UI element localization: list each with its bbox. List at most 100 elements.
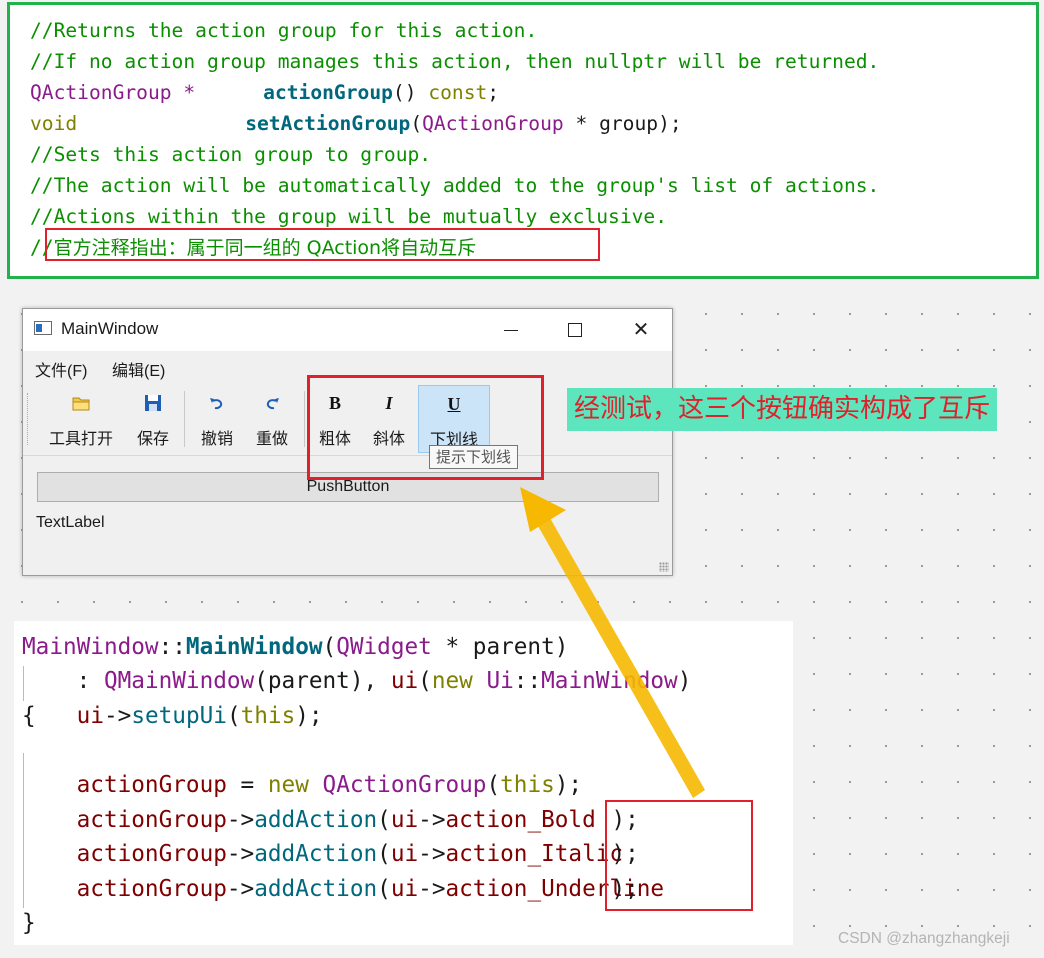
punct-token: ); (554, 772, 583, 798)
member-token: actionGroup (76, 876, 227, 902)
toolbar-label: 工具打开 (48, 431, 113, 448)
toolbar-grip[interactable] (27, 393, 31, 445)
toolbar-label: 保存 (136, 431, 169, 448)
highlight-box (605, 800, 753, 911)
watermark: CSDN @zhangzhangkeji (838, 930, 1010, 947)
brace-token: { (22, 703, 36, 729)
code-line: QActionGroup * actionGroup() const; (30, 79, 499, 107)
menu-file[interactable]: 文件(F) (35, 357, 87, 381)
code-line: : QMainWindow(parent), ui(new Ui::MainWi… (22, 664, 692, 699)
namespace-token: Ui (486, 668, 514, 694)
toolbar-separator (304, 391, 305, 447)
punct-token: ); (295, 703, 323, 729)
type-token: QActionGroup (422, 112, 564, 135)
folder-open-icon (72, 397, 90, 411)
menu-edit[interactable]: 编辑(E) (112, 357, 165, 381)
class-token: MainWindow (541, 668, 678, 694)
code-line: } (22, 906, 36, 941)
save-icon (145, 395, 161, 411)
punct-token: ( (418, 668, 432, 694)
function-token: addAction (254, 876, 378, 902)
type-token: QActionGroup * (30, 81, 196, 104)
code-line: //Sets this action group to group. (30, 143, 432, 166)
punct-token: -> (418, 807, 446, 833)
redo-icon (266, 398, 279, 410)
punct-token: ( (377, 876, 391, 902)
punct-token: ( (410, 112, 423, 135)
minimize-button[interactable] (491, 317, 531, 343)
resize-grip-icon[interactable] (659, 562, 669, 572)
keyword-token: void (30, 112, 78, 135)
member-token: actionGroup (76, 807, 227, 833)
tool-open-button[interactable]: 工具打开 (43, 385, 119, 453)
class-token: QActionGroup (322, 772, 487, 798)
save-button[interactable]: 保存 (127, 385, 179, 453)
annotation-label: 经测试，这三个按钮确实构成了互斥 (567, 388, 998, 431)
punct-token: = (226, 772, 268, 798)
code-line: actionGroup->addAction(ui->action_Underl… (22, 872, 665, 907)
punct-token: ( (486, 772, 501, 798)
class-token: QMainWindow (103, 668, 255, 694)
member-token: ui (76, 703, 104, 729)
code-line: //The action will be automatically added… (30, 174, 880, 197)
member-token: ui (390, 668, 419, 694)
highlight-box (307, 375, 544, 480)
function-token: MainWindow (185, 634, 323, 660)
code-line: //Actions within the group will be mutua… (30, 205, 668, 228)
punct-token: -> (226, 841, 255, 867)
keyword-token: this (240, 703, 296, 729)
app-window-icon (34, 321, 52, 335)
punct-token: ; (487, 81, 500, 104)
punct-token: :: (513, 668, 542, 694)
punct-token: -> (103, 703, 132, 729)
undo-icon (210, 398, 223, 410)
punct-token: -> (418, 841, 446, 867)
punct-token: -> (226, 807, 255, 833)
action-token: action_Italic (445, 841, 624, 867)
punct-token: ( (322, 634, 337, 660)
punct-token: -> (226, 876, 255, 902)
punct-token: -> (418, 876, 446, 902)
close-button[interactable]: ✕ (621, 317, 661, 343)
punct-token: () (392, 81, 417, 104)
text-label: TextLabel (36, 514, 105, 531)
redo-button[interactable]: 重做 (246, 385, 298, 453)
function-token: setupUi (131, 703, 227, 729)
class-token: MainWindow (22, 634, 159, 660)
punct-token: :: (158, 634, 186, 660)
function-token: addAction (254, 807, 378, 833)
keyword-token: new (431, 668, 473, 694)
code-line: void setActionGroup(QActionGroup * group)… (30, 110, 682, 138)
code-line: actionGroup->addAction(ui->action_Bold); (22, 803, 639, 838)
undo-button[interactable]: 撤销 (191, 385, 243, 453)
toolbar-label: 撤销 (200, 431, 233, 448)
toolbar-separator (184, 391, 185, 447)
maximize-button[interactable] (554, 317, 594, 343)
code-line: MainWindow::MainWindow(QWidget * parent) (22, 630, 568, 665)
highlight-box (45, 228, 600, 261)
member-token: ui (390, 841, 419, 867)
code-line: //If no action group manages this action… (30, 50, 880, 73)
punct-token: ( (377, 807, 391, 833)
code-line: actionGroup = new QActionGroup(this); (22, 768, 582, 803)
keyword-token: new (267, 772, 309, 798)
function-token: actionGroup (263, 81, 393, 104)
punct-token: ( (226, 703, 241, 729)
brace-token: } (22, 910, 36, 936)
punct-token: ( (377, 841, 391, 867)
member-token: ui (390, 876, 419, 902)
member-token: ui (390, 807, 419, 833)
type-token: QWidget (336, 634, 432, 660)
keyword-token: this (500, 772, 555, 798)
title-bar[interactable]: MainWindow ✕ (23, 309, 672, 351)
member-token: actionGroup (76, 841, 227, 867)
action-token: action_Underline (445, 876, 665, 902)
punct-token: ) (677, 668, 692, 694)
window-title: MainWindow (61, 319, 159, 338)
punct-token: : (22, 668, 104, 694)
param-token: * parent) (431, 634, 569, 660)
code-line: actionGroup->addAction(ui->action_Italic… (22, 837, 639, 872)
function-token: setActionGroup (245, 112, 411, 135)
